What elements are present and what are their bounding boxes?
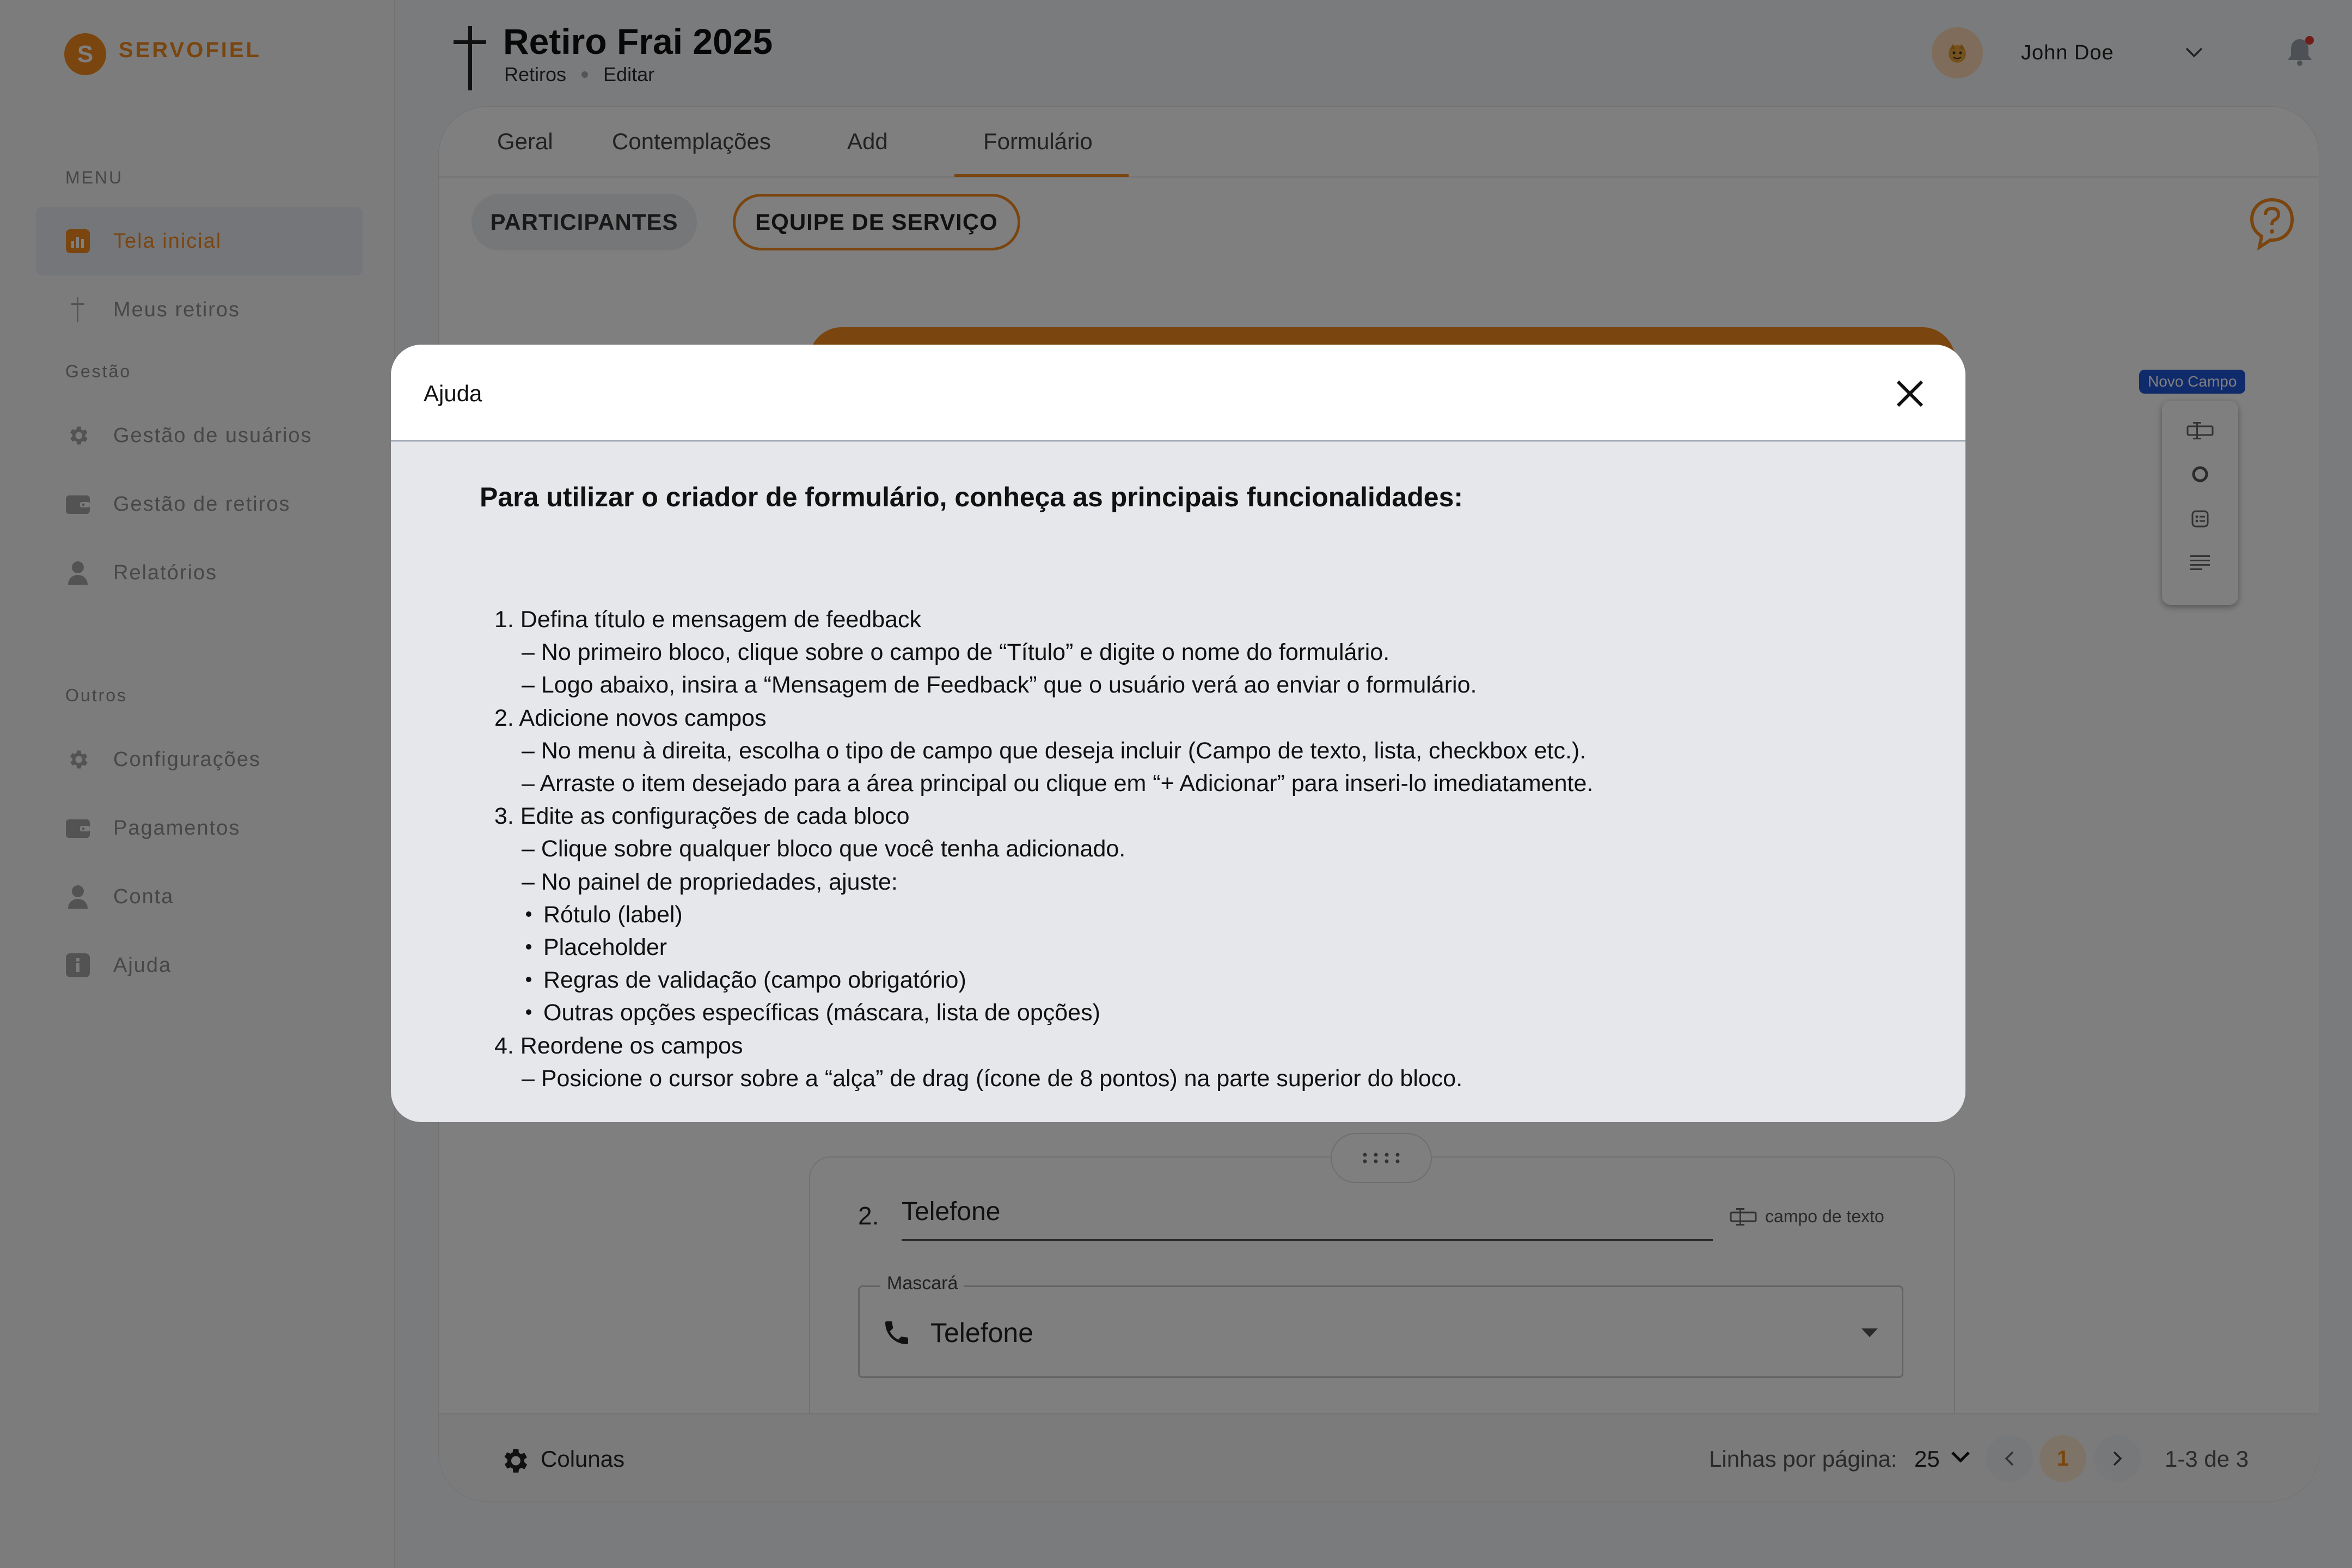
help-line-text: 1. Defina título e mensagem de feedback [494,607,922,633]
help-line-bullet: Rótulo (label) [526,902,683,928]
help-line-sub: – Logo abaixo, insira a “Mensagem de Fee… [522,672,1477,699]
bullet-icon [526,1009,531,1015]
help-line-sub: – No menu à direita, escolha o tipo de c… [522,738,1586,764]
help-modal-header: Ajuda [391,345,1965,442]
help-line-text: Placeholder [543,934,667,960]
help-line-sub: – Posicione o cursor sobre a “alça” de d… [522,1065,1462,1092]
help-line-sub: – Clique sobre qualquer bloco que você t… [522,836,1125,862]
help-line-text: – No menu à direita, escolha o tipo de c… [522,738,1587,764]
help-modal-title: Ajuda [424,381,482,406]
help-line-sub: – Arraste o item desejado para a área pr… [522,770,1593,797]
help-line-text: 3. Edite as configurações de cada bloco [494,803,910,829]
help-line-step: 1. Defina título e mensagem de feedback [494,607,921,633]
help-line-step: 3. Edite as configurações de cada bloco [494,803,910,830]
help-modal-body: Para utilizar o criador de formulário, c… [391,443,1965,1122]
bullet-icon [526,944,531,950]
help-heading: Para utilizar o criador de formulário, c… [480,482,1463,512]
close-icon[interactable] [1889,373,1931,414]
help-line-text: – Posicione o cursor sobre a “alça” de d… [522,1065,1463,1092]
help-line-text: 2. Adicione novos campos [494,705,767,731]
help-modal: Ajuda Para utilizar o criador de formulá… [391,345,1965,1122]
help-line-text: – No primeiro bloco, clique sobre o camp… [522,639,1390,665]
help-line-bullet: Regras de validação (campo obrigatório) [526,967,966,994]
help-line-text: Outras opções específicas (máscara, list… [543,1000,1100,1026]
help-line-step: 4. Reordene os campos [494,1033,743,1059]
bullet-icon [526,911,531,917]
help-line-text: 4. Reordene os campos [494,1033,743,1059]
help-line-sub: – No painel de propriedades, ajuste: [522,869,898,896]
help-line-bullet: Outras opções específicas (máscara, list… [526,1000,1100,1026]
help-line-text: Regras de validação (campo obrigatório) [543,967,966,993]
help-line-text: Rótulo (label) [543,902,683,928]
help-line-text: – No painel de propriedades, ajuste: [522,869,898,895]
help-line-text: – Arraste o item desejado para a área pr… [522,770,1594,797]
help-line-text: – Logo abaixo, insira a “Mensagem de Fee… [522,672,1477,698]
help-line-sub: – No primeiro bloco, clique sobre o camp… [522,639,1389,666]
help-line-step: 2. Adicione novos campos [494,705,767,732]
help-line-text: – Clique sobre qualquer bloco que você t… [522,836,1126,862]
help-line-bullet: Placeholder [526,934,667,961]
bullet-icon [526,976,531,982]
